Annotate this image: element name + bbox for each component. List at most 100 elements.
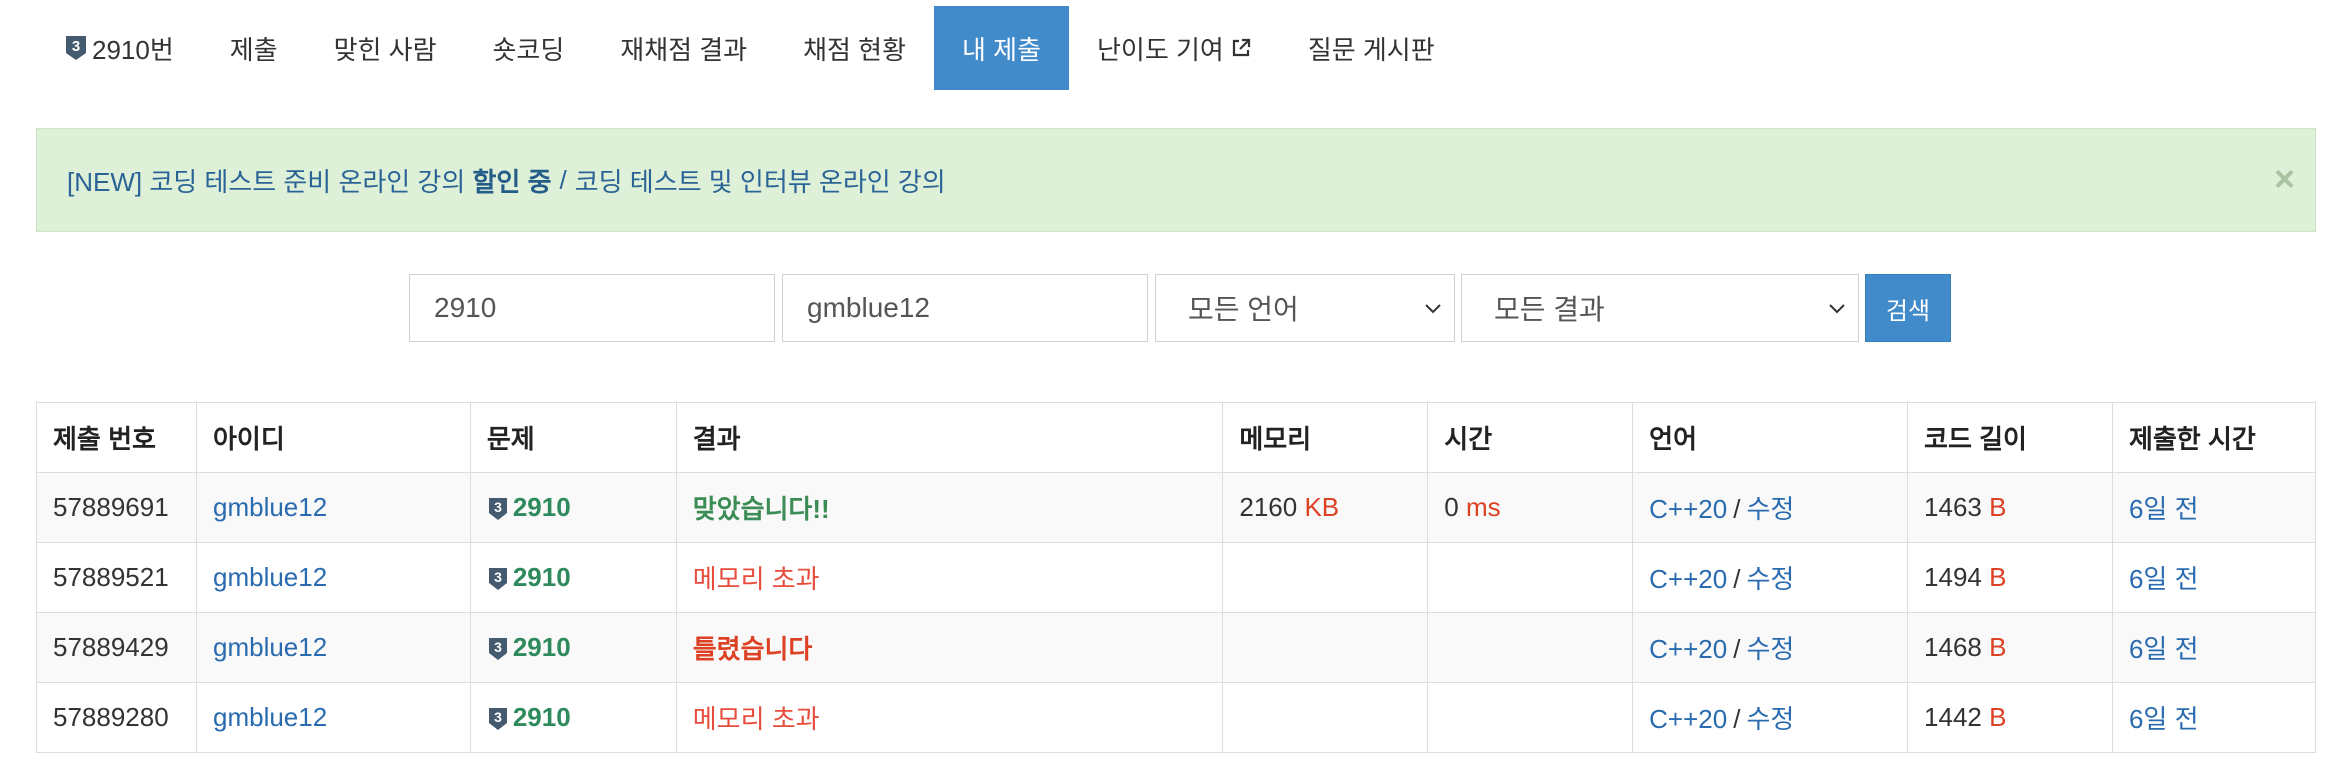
language-separator: /: [1733, 564, 1741, 594]
problem-link[interactable]: 2910: [513, 492, 571, 522]
problem-nav: 3 2910번 제출 맞힌 사람 숏코딩 재채점 결과 채점 현황 내 제출 난…: [36, 6, 1463, 90]
user-link[interactable]: gmblue12: [213, 492, 327, 522]
alert-separator: /: [559, 164, 567, 195]
close-icon[interactable]: ×: [2274, 159, 2295, 199]
header-user-id: 아이디: [195, 402, 471, 473]
submission-table: 제출 번호 아이디 문제 결과 메모리 시간 언어 코드 길이 제출한 시간 5…: [36, 402, 2317, 753]
chevron-down-icon: [1829, 304, 1845, 314]
language-separator: /: [1733, 704, 1741, 734]
user-cell: gmblue12: [195, 542, 471, 613]
language-cell: C++20/수정: [1632, 612, 1909, 683]
table-row: 57889280 gmblue12 3 2910 메모리 초과 C++20/수정 1442…: [36, 682, 2317, 753]
alert-text-1: [NEW] 코딩 테스트 준비 온라인 강의: [67, 166, 466, 197]
table-row: 57889691 gmblue12 3 2910 맞았습니다!! 2160 KB 0 ms C…: [36, 472, 2317, 543]
problem-link[interactable]: 2910: [513, 562, 571, 592]
external-link-icon: [1232, 38, 1250, 57]
language-link[interactable]: C++20: [1649, 564, 1727, 594]
language-separator: /: [1733, 494, 1741, 524]
header-memory: 메모리: [1222, 402, 1429, 473]
language-cell: C++20/수정: [1632, 472, 1909, 543]
memory-cell: [1222, 612, 1429, 683]
submitted-time-link[interactable]: 6일 전: [2129, 494, 2199, 524]
time-cell: [1427, 612, 1634, 683]
submitted-time-cell: 6일 전: [2111, 682, 2317, 753]
table-row: 57889521 gmblue12 3 2910 메모리 초과 C++20/수정 1494…: [36, 542, 2317, 613]
edit-link[interactable]: 수정: [1746, 494, 1794, 524]
alert-link-course[interactable]: [NEW] 코딩 테스트 준비 온라인 강의 할인 중: [67, 162, 551, 199]
user-id-input[interactable]: gmblue12: [782, 274, 1148, 342]
header-submitted-time: 제출한 시간: [2111, 402, 2317, 473]
result-cell: 맞았습니다!!: [675, 472, 1224, 543]
nav-judge-status[interactable]: 채점 현황: [775, 6, 934, 90]
submitted-time-link[interactable]: 6일 전: [2129, 564, 2199, 594]
tier-badge-number: 3: [494, 569, 502, 585]
result-text: 맞았습니다!!: [692, 494, 830, 524]
language-link[interactable]: C++20: [1649, 494, 1727, 524]
submitted-time-link[interactable]: 6일 전: [2129, 704, 2199, 734]
nav-problem[interactable]: 3 2910번: [36, 6, 202, 90]
table-row: 57889429 gmblue12 3 2910 틀렸습니다 C++20/수정 1468 …: [36, 612, 2317, 683]
result-text: 메모리 초과: [692, 704, 820, 734]
edit-link[interactable]: 수정: [1746, 634, 1794, 664]
submission-id: 57889691: [36, 472, 197, 543]
header-result: 결과: [675, 402, 1224, 473]
code-length-value: 1494: [1924, 562, 1982, 592]
language-link[interactable]: C++20: [1649, 704, 1727, 734]
memory-cell: [1222, 542, 1429, 613]
memory-value: 2160: [1239, 492, 1298, 522]
submitted-time-cell: 6일 전: [2111, 612, 2317, 683]
submitted-time-cell: 6일 전: [2111, 472, 2317, 543]
nav-rejudge-results[interactable]: 재채점 결과: [592, 6, 775, 90]
code-length-unit: B: [1989, 632, 2007, 662]
language-select[interactable]: 모든 언어: [1155, 274, 1455, 342]
search-button[interactable]: 검색: [1865, 274, 1951, 342]
tier-badge-icon: 3: [66, 36, 86, 60]
tier-badge-icon: 3: [488, 568, 507, 591]
time-cell: [1427, 542, 1634, 613]
table-body: 57889691 gmblue12 3 2910 맞았습니다!! 2160 KB 0 ms C…: [36, 472, 2317, 753]
nav-short-coding[interactable]: 숏코딩: [465, 6, 593, 90]
tier-badge-icon: 3: [488, 708, 507, 731]
header-time: 시간: [1427, 402, 1634, 473]
tier-badge-number: 3: [494, 639, 502, 655]
problem-cell: 3 2910: [469, 612, 677, 683]
nav-submit[interactable]: 제출: [202, 6, 306, 90]
language-cell: C++20/수정: [1632, 682, 1909, 753]
result-text: 틀렸습니다: [692, 634, 813, 664]
code-length-value: 1442: [1924, 702, 1982, 732]
nav-my-submissions[interactable]: 내 제출: [934, 6, 1069, 90]
nav-question-board[interactable]: 질문 게시판: [1280, 6, 1463, 90]
code-length-unit: B: [1989, 562, 2007, 592]
code-length-cell: 1494 B: [1907, 542, 2113, 613]
problem-link[interactable]: 2910: [513, 702, 571, 732]
result-cell: 틀렸습니다: [675, 612, 1224, 683]
result-select[interactable]: 모든 결과: [1461, 274, 1859, 342]
problem-link[interactable]: 2910: [513, 632, 571, 662]
language-link[interactable]: C++20: [1649, 634, 1727, 664]
user-cell: gmblue12: [195, 472, 471, 543]
header-code-length: 코드 길이: [1907, 402, 2113, 473]
problem-cell: 3 2910: [469, 542, 677, 613]
page: 3 2910번 제출 맞힌 사람 숏코딩 재채점 결과 채점 현황 내 제출 난…: [0, 0, 2346, 780]
nav-solved-users[interactable]: 맞힌 사람: [306, 6, 465, 90]
edit-link[interactable]: 수정: [1746, 704, 1794, 734]
tier-badge-number: 3: [494, 709, 502, 725]
nav-problem-label: 2910번: [92, 34, 174, 65]
code-length-cell: 1463 B: [1907, 472, 2113, 543]
memory-unit: KB: [1304, 492, 1340, 522]
time-cell: [1427, 682, 1634, 753]
submitted-time-link[interactable]: 6일 전: [2129, 634, 2199, 664]
user-link[interactable]: gmblue12: [213, 632, 327, 662]
alert-link-interview[interactable]: 코딩 테스트 및 인터뷰 온라인 강의: [575, 162, 946, 199]
problem-cell: 3 2910: [469, 682, 677, 753]
user-link[interactable]: gmblue12: [213, 702, 327, 732]
user-link[interactable]: gmblue12: [213, 562, 327, 592]
problem-id-input[interactable]: 2910: [409, 274, 775, 342]
tier-badge-icon: 3: [488, 498, 507, 521]
result-cell: 메모리 초과: [675, 542, 1224, 613]
time-value: 0: [1444, 492, 1459, 522]
code-length-unit: B: [1989, 702, 2007, 732]
nav-difficulty-contribution[interactable]: 난이도 기여: [1069, 6, 1280, 90]
header-language: 언어: [1632, 402, 1909, 473]
edit-link[interactable]: 수정: [1746, 564, 1794, 594]
